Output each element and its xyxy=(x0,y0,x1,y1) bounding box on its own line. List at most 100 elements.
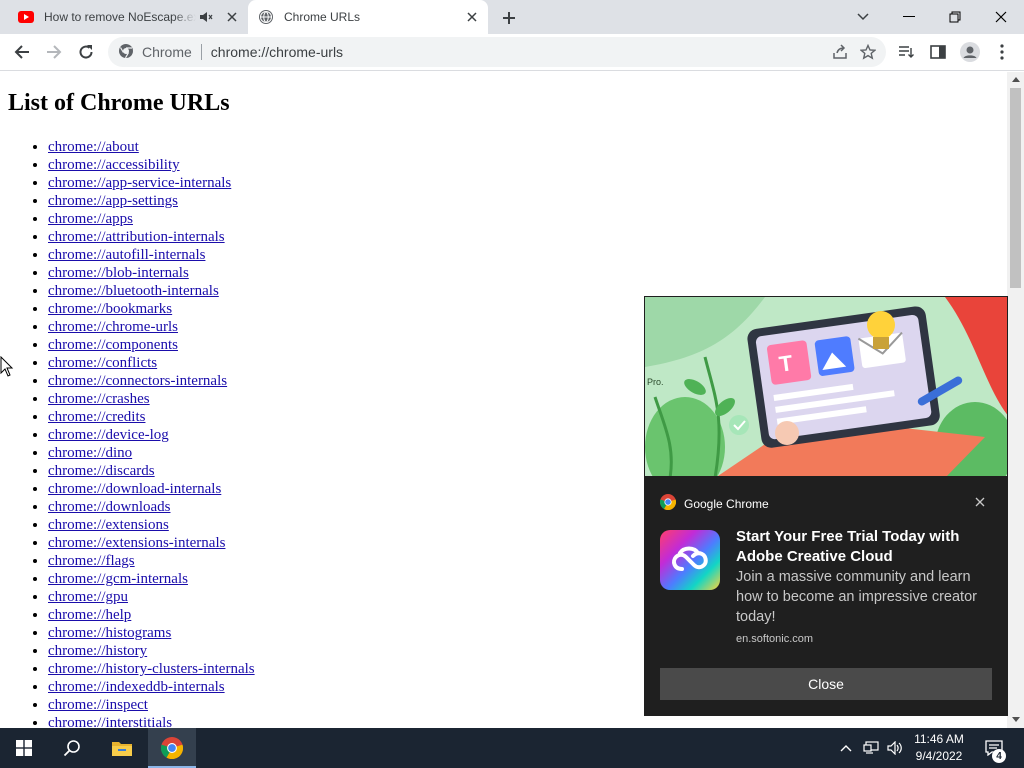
list-item: chrome://blob-internals xyxy=(48,264,255,282)
chrome-url-link[interactable]: chrome://crashes xyxy=(48,391,150,407)
chrome-url-link[interactable]: chrome://conflicts xyxy=(48,355,157,371)
tab-title: How to remove NoEscape.exe xyxy=(44,10,196,24)
address-bar[interactable]: Chrome chrome://chrome-urls xyxy=(108,37,886,67)
notification-header: Google Chrome xyxy=(659,494,769,513)
bookmark-star-icon[interactable] xyxy=(854,38,882,66)
list-item: chrome://gpu xyxy=(48,588,255,606)
chrome-url-link[interactable]: chrome://about xyxy=(48,139,139,155)
chrome-url-link[interactable]: chrome://autofill-internals xyxy=(48,247,205,263)
close-window-button[interactable] xyxy=(978,0,1024,34)
site-chip-label: Chrome xyxy=(142,44,192,60)
network-icon[interactable] xyxy=(860,728,882,768)
chrome-url-link[interactable]: chrome://credits xyxy=(48,409,145,425)
notification-hero-image[interactable]: T Pro. xyxy=(644,296,1008,477)
list-item: chrome://extensions xyxy=(48,516,255,534)
chrome-url-link[interactable]: chrome://components xyxy=(48,337,178,353)
action-center-icon[interactable] xyxy=(980,728,1008,768)
chrome-url-link[interactable]: chrome://chrome-urls xyxy=(48,319,178,335)
chrome-url-link[interactable]: chrome://history xyxy=(48,643,147,659)
notification-app-name: Google Chrome xyxy=(684,496,769,511)
chevron-up-icon[interactable] xyxy=(836,728,856,768)
notification-title: Start Your Free Trial Today with Adobe C… xyxy=(736,528,960,565)
list-item: chrome://crashes xyxy=(48,390,255,408)
close-icon[interactable] xyxy=(970,492,990,512)
chrome-url-link[interactable]: chrome://device-log xyxy=(48,427,169,443)
share-icon[interactable] xyxy=(826,38,854,66)
chrome-url-list: chrome://about chrome://accessibility chro… xyxy=(48,138,255,728)
clock-time: 11:46 AM xyxy=(914,732,964,746)
chrome-url-link[interactable]: chrome://histograms xyxy=(48,625,171,641)
restore-button[interactable] xyxy=(932,0,978,34)
chrome-url-link[interactable]: chrome://download-internals xyxy=(48,481,221,497)
reload-button[interactable] xyxy=(72,38,100,66)
chrome-url-link[interactable]: chrome://gpu xyxy=(48,589,128,605)
notification-close-button[interactable]: Close xyxy=(660,668,992,700)
notification-body: Join a massive community and learn how t… xyxy=(736,569,977,625)
list-item: chrome://dino xyxy=(48,444,255,462)
scroll-down-arrow-icon[interactable] xyxy=(1007,712,1024,726)
side-panel-icon[interactable] xyxy=(924,38,952,66)
chrome-url-link[interactable]: chrome://history-clusters-internals xyxy=(48,661,255,677)
list-item: chrome://app-service-internals xyxy=(48,174,255,192)
menu-kebab-icon[interactable] xyxy=(988,38,1016,66)
close-tab-icon[interactable] xyxy=(462,7,482,27)
minimize-button[interactable] xyxy=(886,0,932,34)
tab-search-icon[interactable] xyxy=(840,0,886,34)
chrome-url-link[interactable]: chrome://indexeddb-internals xyxy=(48,679,225,695)
chrome-url-link[interactable]: chrome://attribution-internals xyxy=(48,229,225,245)
chrome-url-link[interactable]: chrome://flags xyxy=(48,553,135,569)
system-clock[interactable]: 11:46 AM 9/4/2022 xyxy=(904,731,974,765)
url-text[interactable]: chrome://chrome-urls xyxy=(211,44,826,60)
tab-youtube[interactable]: How to remove NoEscape.exe xyxy=(8,0,248,34)
close-tab-icon[interactable] xyxy=(222,7,242,27)
chrome-url-link[interactable]: chrome://accessibility xyxy=(48,157,180,173)
list-item: chrome://components xyxy=(48,336,255,354)
tab-title: Chrome URLs xyxy=(284,10,361,24)
chrome-url-link[interactable]: chrome://interstitials xyxy=(48,715,172,728)
page-scrollbar[interactable] xyxy=(1007,72,1024,728)
list-item: chrome://bluetooth-internals xyxy=(48,282,255,300)
reading-list-icon[interactable] xyxy=(892,38,920,66)
site-info-chip[interactable]: Chrome xyxy=(108,43,192,62)
notification-source: en.softonic.com xyxy=(736,633,814,645)
list-item: chrome://bookmarks xyxy=(48,300,255,318)
chrome-url-link[interactable]: chrome://gcm-internals xyxy=(48,571,188,587)
scroll-up-arrow-icon[interactable] xyxy=(1007,72,1024,86)
speaker-muted-icon[interactable] xyxy=(196,7,216,27)
chrome-url-link[interactable]: chrome://downloads xyxy=(48,499,170,515)
chrome-url-link[interactable]: chrome://inspect xyxy=(48,697,148,713)
chrome-url-link[interactable]: chrome://dino xyxy=(48,445,132,461)
new-tab-button[interactable] xyxy=(498,7,520,29)
chrome-taskbar-button[interactable] xyxy=(148,728,196,768)
chrome-url-link[interactable]: chrome://connectors-internals xyxy=(48,373,227,389)
chrome-url-link[interactable]: chrome://extensions-internals xyxy=(48,535,225,551)
profile-avatar-icon[interactable] xyxy=(956,38,984,66)
tab-chrome-urls[interactable]: Chrome URLs xyxy=(248,0,488,34)
chrome-icon xyxy=(161,737,183,759)
volume-icon[interactable] xyxy=(884,728,906,768)
chrome-url-link[interactable]: chrome://bluetooth-internals xyxy=(48,283,219,299)
chrome-url-link[interactable]: chrome://bookmarks xyxy=(48,301,172,317)
chrome-url-link[interactable]: chrome://app-service-internals xyxy=(48,175,231,191)
chrome-url-link[interactable]: chrome://app-settings xyxy=(48,193,178,209)
windows-start-icon[interactable] xyxy=(0,728,48,768)
list-item: chrome://conflicts xyxy=(48,354,255,372)
scrollbar-thumb[interactable] xyxy=(1010,88,1021,288)
chrome-url-link[interactable]: chrome://blob-internals xyxy=(48,265,189,281)
chrome-url-link[interactable]: chrome://apps xyxy=(48,211,133,227)
forward-button[interactable] xyxy=(40,38,68,66)
list-item: chrome://interstitials xyxy=(48,714,255,728)
chrome-url-link[interactable]: chrome://help xyxy=(48,607,131,623)
list-item: chrome://inspect xyxy=(48,696,255,714)
notification-toast[interactable]: Google Chrome Start Your Free Trial Toda… xyxy=(644,477,1008,716)
list-item: chrome://autofill-internals xyxy=(48,246,255,264)
search-icon[interactable] xyxy=(48,728,96,768)
chrome-url-link[interactable]: chrome://discards xyxy=(48,463,155,479)
file-explorer-icon[interactable] xyxy=(98,728,146,768)
chrome-url-link[interactable]: chrome://extensions xyxy=(48,517,169,533)
back-button[interactable] xyxy=(8,38,36,66)
list-item: chrome://credits xyxy=(48,408,255,426)
list-item: chrome://history xyxy=(48,642,255,660)
list-item: chrome://history-clusters-internals xyxy=(48,660,255,678)
list-item: chrome://indexeddb-internals xyxy=(48,678,255,696)
